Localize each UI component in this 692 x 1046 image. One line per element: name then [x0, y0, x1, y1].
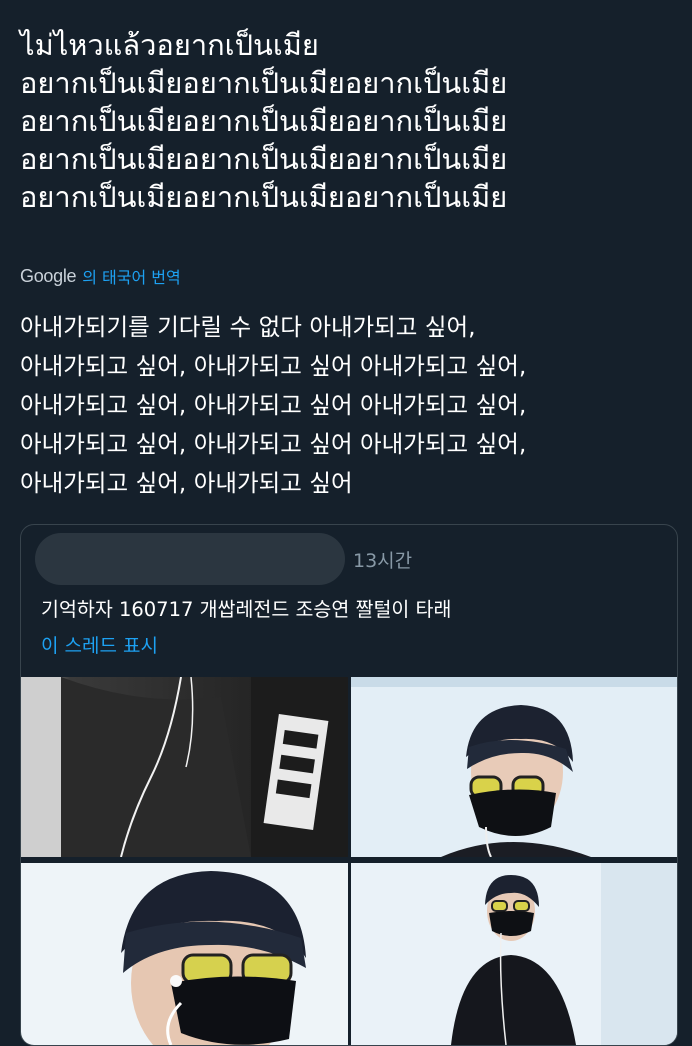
translated-text: 아내가되기를 기다릴 수 없다 아내가되고 싶어, 아내가되고 싶어, 아내가되…	[20, 308, 680, 503]
photo-3-image	[21, 863, 348, 1045]
photo-2[interactable]	[351, 677, 677, 857]
photo-4[interactable]	[351, 863, 677, 1045]
quoted-tweet-text: 기억하자 160717 개쌉레전드 조승연 짤털이 타래	[41, 598, 452, 621]
tweet-text-line: อยากเป็นเมียอยากเป็นเมียอยากเป็นเมีย	[20, 180, 508, 214]
google-logo: Google	[20, 265, 77, 286]
tweet-text-line: ไม่ไหวแล้วอยากเป็นเมีย	[20, 28, 319, 62]
translated-text-line: 아내가되기를 기다릴 수 없다 아내가되고 싶어,	[20, 313, 476, 341]
translated-text-line: 아내가되고 싶어, 아내가되고 싶어 아내가되고 싶어,	[20, 430, 527, 458]
tweet-text-line: อยากเป็นเมียอยากเป็นเมียอยากเป็นเมีย	[20, 142, 508, 176]
quoted-tweet-card[interactable]: 13시간 기억하자 160717 개쌉레전드 조승연 짤털이 타래 이 스레드 …	[20, 524, 678, 1046]
photo-1-image	[21, 677, 348, 857]
translated-text-line: 아내가되고 싶어, 아내가되고 싶어 아내가되고 싶어,	[20, 352, 527, 380]
photo-3[interactable]	[21, 863, 348, 1045]
photo-4-image	[351, 863, 677, 1045]
tweet-text: ไม่ไหวแล้วอยากเป็นเมีย อยากเป็นเมียอยากเ…	[20, 26, 680, 216]
quoted-tweet-timestamp: 13시간	[353, 549, 413, 572]
quoted-tweet-header: 13시간	[35, 533, 412, 585]
tweet-text-line: อยากเป็นเมียอยากเป็นเมียอยากเป็นเมีย	[20, 66, 508, 100]
media-grid	[21, 677, 677, 1045]
translate-label[interactable]: 의 태국어 번역	[82, 264, 181, 288]
redacted-author-name	[35, 533, 345, 585]
tweet-text-line: อยากเป็นเมียอยากเป็นเมียอยากเป็นเมีย	[20, 104, 508, 138]
photo-2-image	[351, 677, 677, 857]
translation-attribution[interactable]: Google 의 태국어 번역	[20, 262, 181, 290]
show-thread-link[interactable]: 이 스레드 표시	[41, 631, 158, 658]
translated-text-line: 아내가되고 싶어, 아내가되고 싶어 아내가되고 싶어,	[20, 391, 527, 419]
translated-text-line: 아내가되고 싶어, 아내가되고 싶어	[20, 469, 353, 497]
photo-1[interactable]	[21, 677, 348, 857]
